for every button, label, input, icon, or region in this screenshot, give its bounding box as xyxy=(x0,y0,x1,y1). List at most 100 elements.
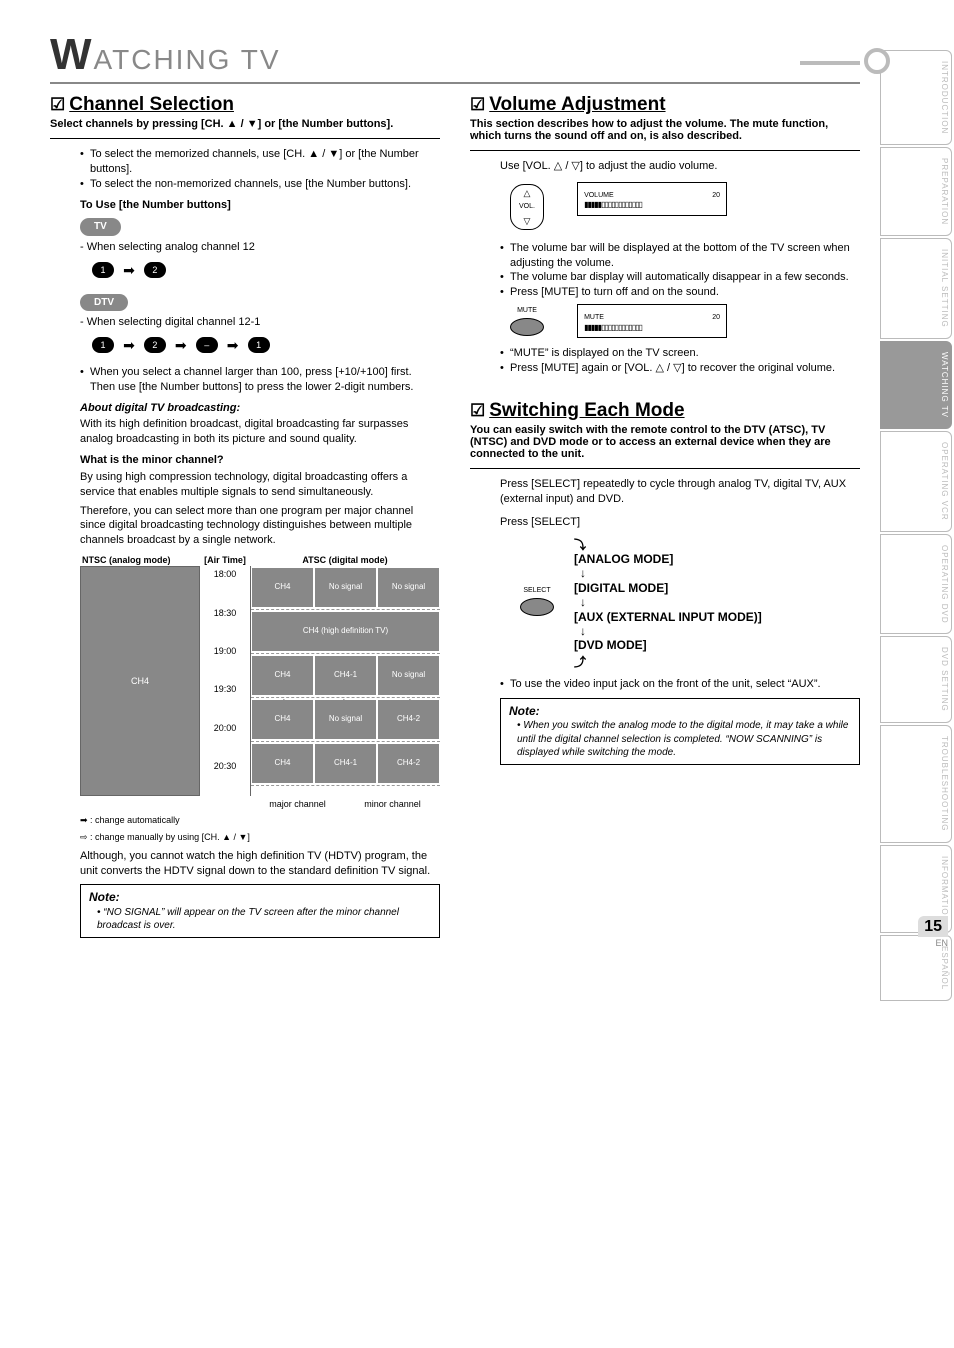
vol-bar-icon: ▮▮▮▮▮▯▯▯▯▯▯▯▯▯▯▯▯ xyxy=(584,200,720,211)
vol-rocker-icon: VOL. xyxy=(510,184,544,235)
time-2030: 20:30 xyxy=(200,758,250,796)
side-tab-dvd-setting[interactable]: DVD SETTING xyxy=(880,636,952,723)
section-title: Channel Selection xyxy=(69,94,234,115)
use-number-buttons-title: To Use [the Number buttons] xyxy=(80,198,440,213)
analog-button-sequence: 1 ➡ 2 xyxy=(92,261,440,280)
page-title: WATCHING TV xyxy=(50,44,281,75)
bullet-text: Press [MUTE] to turn off and on the soun… xyxy=(510,285,719,300)
vol-bullet-1: •The volume bar will be displayed at the… xyxy=(500,241,860,271)
cell-r1-c2: No signal xyxy=(315,568,376,607)
mute-osd-value: 20 xyxy=(712,313,720,322)
section-title: Switching Each Mode xyxy=(489,400,684,421)
arrow-right-icon: ➡ xyxy=(175,336,187,355)
mute-osd: MUTE20 ▮▮▮▮▮▯▯▯▯▯▯▯▯▯▯▯▯ xyxy=(577,304,727,338)
note-text-content: “NO SIGNAL” will appear on the TV screen… xyxy=(97,907,399,932)
legend-manual: ⇨ : change manually by using [CH. ▲ / ▼] xyxy=(80,831,440,843)
arrow-right-icon: ➡ xyxy=(123,261,135,280)
switch-press2: Press [SELECT] xyxy=(500,515,860,530)
analog-ch-block: CH4 xyxy=(80,566,200,796)
mode-analog: [ANALOG MODE] xyxy=(574,552,762,566)
side-tab-troubleshooting[interactable]: TROUBLESHOOTING xyxy=(880,725,952,842)
side-tab-preparation[interactable]: PREPARATION xyxy=(880,147,952,236)
vol-osd: VOLUME20 ▮▮▮▮▮▯▯▯▯▯▯▯▯▯▯▯▯ xyxy=(577,182,727,216)
time-1830: 18:30 xyxy=(200,605,250,643)
ntsc-header: NTSC (analog mode) xyxy=(80,554,200,566)
major-channel-label: major channel xyxy=(250,798,345,810)
vol-diagram: VOL. VOLUME20 ▮▮▮▮▮▯▯▯▯▯▯▯▯▯▯▯▯ xyxy=(500,178,860,241)
page-title-area: WATCHING TV xyxy=(50,30,860,84)
check-icon: ☑ xyxy=(470,95,485,114)
cell-r3-c1: CH4 xyxy=(252,656,313,695)
page-title-initial: W xyxy=(50,30,94,79)
check-icon: ☑ xyxy=(50,95,65,114)
vol-use-text: Use [VOL. △ / ▽] to adjust the audio vol… xyxy=(500,159,860,174)
left-column: ☑Channel Selection Select channels by pr… xyxy=(50,94,440,938)
bullet-text: The volume bar will be displayed at the … xyxy=(510,241,860,271)
legend-auto: ➡ : change automatically xyxy=(80,814,440,826)
analog-example-label: - When selecting analog channel 12 xyxy=(80,240,440,255)
number-button-2: 2 xyxy=(144,262,166,278)
loop-back-icon: ⤴ xyxy=(574,655,762,669)
note-title: Note: xyxy=(89,889,431,905)
about-digital-title: About digital TV broadcasting: xyxy=(80,401,440,416)
section-intro: Select channels by pressing [CH. ▲ / ▼] … xyxy=(50,118,440,130)
arrow-down-icon: ↓ xyxy=(580,566,762,580)
arrow-right-icon: ➡ xyxy=(123,336,135,355)
note-box-left: Note: • “NO SIGNAL” will appear on the T… xyxy=(80,884,440,937)
about-digital-text: With its high definition broadcast, digi… xyxy=(80,417,440,447)
number-button-1b: 1 xyxy=(248,337,270,353)
atsc-header: ATSC (digital mode) xyxy=(250,554,440,566)
note-title: Note: xyxy=(509,703,851,719)
check-icon: ☑ xyxy=(470,401,485,420)
cell-r1-c1: CH4 xyxy=(252,568,313,607)
mode-dvd: [DVD MODE] xyxy=(574,638,762,652)
page-number: 15 xyxy=(918,916,948,937)
divider xyxy=(470,468,860,469)
legend-auto-text: : change automatically xyxy=(90,815,180,825)
hdtv-note: Although, you cannot watch the high defi… xyxy=(80,849,440,879)
cell-r3-c2: CH4-1 xyxy=(315,656,376,695)
switch-bullet: •To use the video input jack on the fron… xyxy=(500,677,860,692)
title-decor-circle-icon xyxy=(864,48,890,74)
bullet-memorized: •To select the memorized channels, use [… xyxy=(80,147,440,177)
side-tabs: INTRODUCTION PREPARATION INITIAL SETTING… xyxy=(880,50,952,1001)
time-1800: 18:00 xyxy=(200,566,250,604)
cell-r4-c2: No signal xyxy=(315,700,376,739)
minor-channel-label: minor channel xyxy=(345,798,440,810)
vol-bullet-2: •The volume bar display will automatical… xyxy=(500,270,860,285)
over100-line2: Then use [the Number buttons] to press t… xyxy=(80,380,440,395)
digital-example-label: - When selecting digital channel 12-1 xyxy=(80,315,440,330)
bullet-text: “MUTE” is displayed on the TV screen. xyxy=(510,346,699,361)
note-text: • When you switch the analog mode to the… xyxy=(509,719,851,760)
select-button-icon: SELECT xyxy=(520,586,554,620)
arrow-right-icon: ➡ xyxy=(227,336,239,355)
time-column: 18:00 18:30 19:00 19:30 20:00 20:30 xyxy=(200,566,250,796)
digital-button-sequence: 1 ➡ 2 ➡ – ➡ 1 xyxy=(92,336,440,355)
legend-manual-text: : change manually by using [CH. ▲ / ▼] xyxy=(90,832,250,842)
section-volume-adjustment: ☑Volume Adjustment xyxy=(470,94,860,116)
bullet-text: Press [MUTE] again or [VOL. △ / ▽] to re… xyxy=(510,361,835,376)
vol-label: VOL. xyxy=(511,202,543,211)
bullet-text: The volume bar display will automaticall… xyxy=(510,270,849,285)
side-tab-initial-setting[interactable]: INITIAL SETTING xyxy=(880,238,952,339)
side-tab-operating-dvd[interactable]: OPERATING DVD xyxy=(880,534,952,635)
cell-r5-c1: CH4 xyxy=(252,744,313,783)
schedule-diagram: NTSC (analog mode) [Air Time] ATSC (digi… xyxy=(80,554,440,843)
tv-pill: TV xyxy=(80,218,121,236)
page-title-rest: ATCHING TV xyxy=(94,44,281,75)
dtv-pill: DTV xyxy=(80,294,128,312)
side-tab-watching-tv[interactable]: WATCHING TV xyxy=(880,341,952,429)
side-tab-introduction[interactable]: INTRODUCTION xyxy=(880,50,952,145)
minor-text-2: Therefore, you can select more than one … xyxy=(80,504,440,549)
bullet-text: To select the memorized channels, use [C… xyxy=(90,147,440,177)
cell-r5-c3: CH4-2 xyxy=(378,744,439,783)
side-tab-operating-vcr[interactable]: OPERATING VCR xyxy=(880,431,952,532)
section-intro: This section describes how to adjust the… xyxy=(470,118,860,142)
bullet-text: When you select a channel larger than 10… xyxy=(90,365,412,380)
mute-label: MUTE xyxy=(510,306,544,315)
mode-diagram: SELECT ⤵ [ANALOG MODE] ↓ [DIGITAL MODE] … xyxy=(520,538,860,670)
time-2000: 20:00 xyxy=(200,720,250,758)
section-title: Volume Adjustment xyxy=(489,94,665,115)
note-box-right: Note: • When you switch the analog mode … xyxy=(500,698,860,765)
atsc-grid: CH4 No signal No signal CH4 (high defini… xyxy=(250,566,440,796)
